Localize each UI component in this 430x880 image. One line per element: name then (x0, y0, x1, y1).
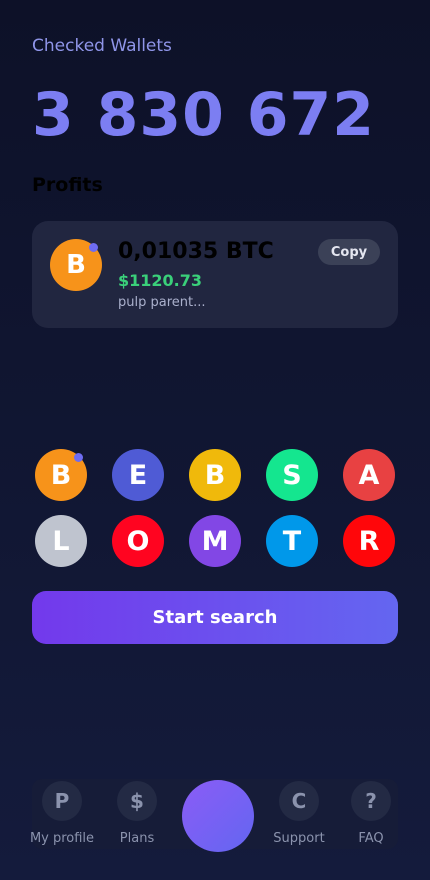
nav-label-support: Support (273, 831, 325, 846)
nav-item-faq[interactable]: ? FAQ (331, 779, 411, 846)
ethereum-icon[interactable]: E (112, 449, 164, 501)
nav-label-plans: Plans (119, 831, 155, 846)
polygon-icon[interactable]: M (189, 515, 241, 567)
tron-icon[interactable]: R (343, 515, 395, 567)
profit-card: B 0,01035 BTC $1120.73 pulp parent... Co… (32, 221, 398, 328)
nav-item-support[interactable]: C Support (259, 779, 339, 846)
bitcoin-icon[interactable]: B (35, 449, 87, 501)
coin-letter: M (201, 525, 229, 557)
toncoin-icon[interactable]: T (266, 515, 318, 567)
nav-item-plans[interactable]: $ Plans (97, 779, 177, 846)
bitcoin-icon: B (50, 239, 102, 291)
question-icon: ? (351, 781, 391, 821)
checked-wallets-label: Checked Wallets (32, 36, 172, 56)
coin-letter: B (66, 250, 86, 280)
coin-letter: R (358, 525, 380, 557)
center-action-button[interactable] (182, 780, 254, 852)
coin-letter: L (52, 525, 70, 557)
coin-letter: A (358, 459, 380, 491)
copy-button[interactable]: Copy (318, 239, 380, 265)
binance-icon[interactable]: B (189, 449, 241, 501)
solana-icon[interactable]: S (266, 449, 318, 501)
nav-label-faq: FAQ (358, 831, 384, 846)
support-icon: C (279, 781, 319, 821)
coin-selector: B E B S A L O M T R (35, 449, 395, 567)
nav-item-profile[interactable]: P My profile (22, 779, 102, 846)
bottom-nav: P My profile $ Plans C Support ? FAQ (30, 779, 398, 852)
status-dot (74, 453, 83, 462)
status-dot (89, 243, 98, 252)
coin-letter: O (126, 525, 150, 557)
profile-icon: P (42, 781, 82, 821)
coin-letter: E (128, 459, 148, 491)
avalanche-icon[interactable]: A (343, 449, 395, 501)
seed-phrase-preview: pulp parent... (118, 295, 206, 310)
profit-amount: 0,01035 BTC (118, 239, 274, 264)
nav-label-profile: My profile (29, 831, 95, 846)
litecoin-icon[interactable]: L (35, 515, 87, 567)
dollar-icon: $ (117, 781, 157, 821)
profit-usd: $1120.73 (118, 271, 203, 290)
coin-letter: S (282, 459, 302, 491)
coin-letter: B (50, 459, 72, 491)
profits-title: Profits (32, 174, 103, 196)
optimism-icon[interactable]: O (112, 515, 164, 567)
coin-letter: B (204, 459, 226, 491)
coin-letter: T (282, 525, 302, 557)
start-search-button[interactable]: Start search (32, 591, 398, 644)
checked-wallets-count: 3 830 672 (32, 80, 376, 150)
